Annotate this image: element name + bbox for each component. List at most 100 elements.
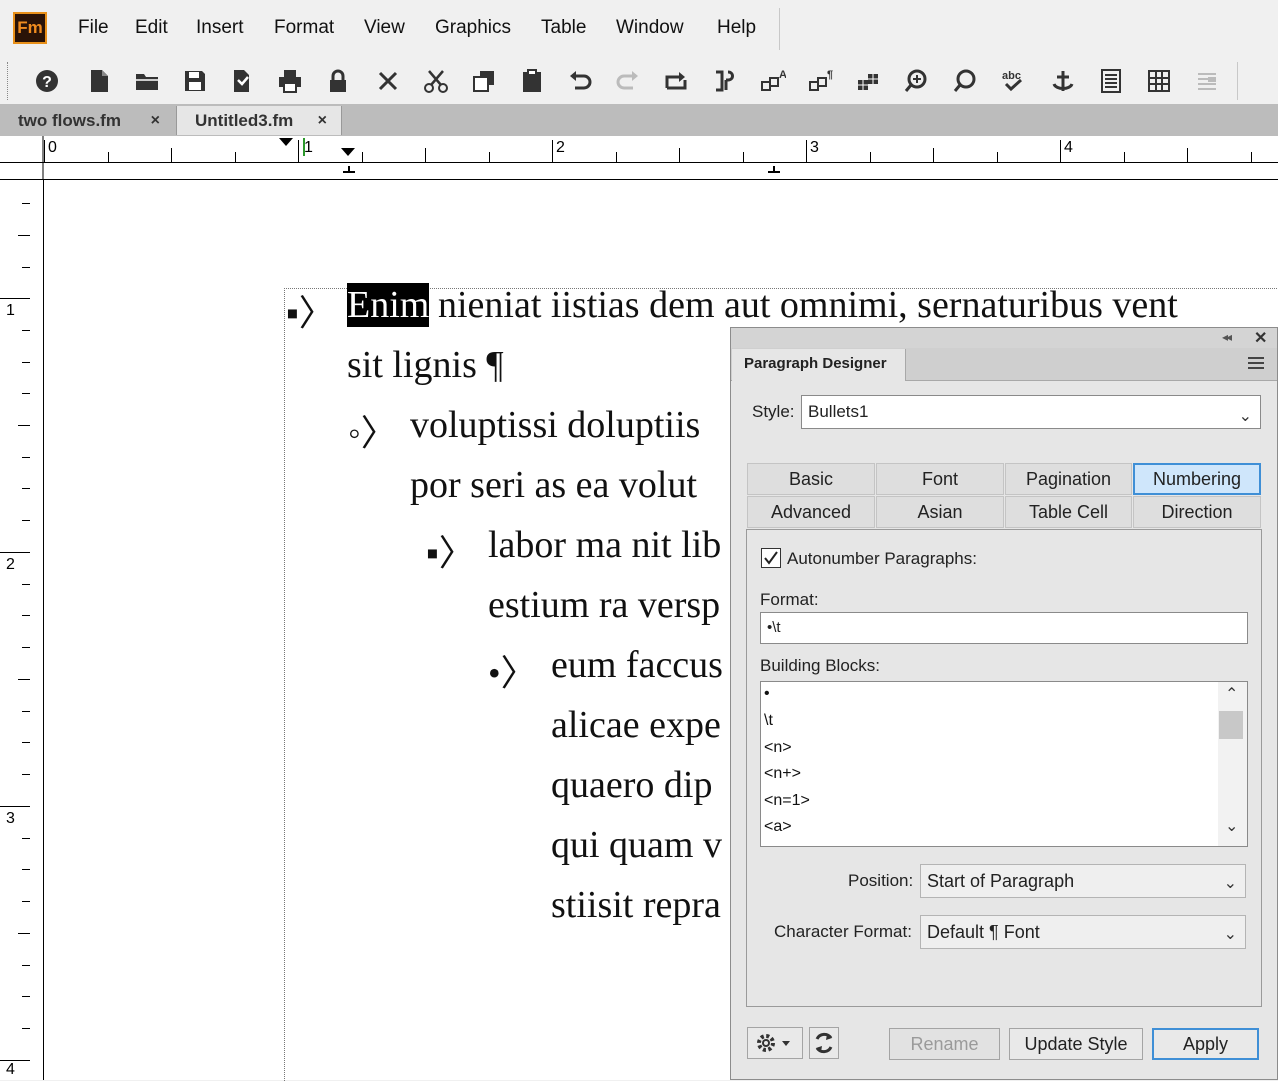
spell-check-icon[interactable]: abc [995, 64, 1031, 98]
position-value: Start of Paragraph [927, 871, 1075, 891]
chevron-down-icon: ⌄ [1223, 926, 1237, 943]
tab-untitled3[interactable]: Untitled3.fm × [176, 106, 342, 135]
open-folder-icon[interactable] [129, 64, 165, 98]
undo-icon[interactable] [562, 64, 598, 98]
save-all-icon[interactable] [224, 64, 260, 98]
save-icon[interactable] [177, 64, 213, 98]
ruler-label: 2 [556, 139, 565, 156]
document-text-line[interactable]: qui quam v [551, 823, 722, 867]
scroll-up-icon[interactable]: ⌃ [1225, 684, 1238, 704]
panel-title-strip[interactable] [731, 328, 1277, 348]
rename-button[interactable]: Rename [889, 1028, 1000, 1060]
menu-table[interactable]: Table [541, 17, 586, 39]
scroll-down-icon[interactable]: ⌄ [1225, 816, 1238, 836]
list-item[interactable]: <n+> [764, 765, 801, 783]
anchor-icon[interactable] [1045, 64, 1081, 98]
tab-basic[interactable]: Basic [747, 463, 875, 495]
collapse-icon[interactable]: ◂◂ [1222, 330, 1232, 344]
menu-window[interactable]: Window [616, 17, 684, 39]
close-icon[interactable] [370, 64, 406, 98]
document-text-line[interactable]: quaero dip [551, 763, 712, 807]
menu-graphics[interactable]: Graphics [435, 17, 511, 39]
close-icon[interactable]: ✕ [1254, 328, 1267, 348]
ruler-label: 4 [6, 1061, 15, 1078]
position-select[interactable]: Start of Paragraph ⌄ [920, 864, 1246, 898]
paragraph-flow-icon[interactable] [707, 64, 743, 98]
building-blocks-list[interactable] [760, 681, 1248, 847]
apply-button[interactable]: Apply [1152, 1028, 1259, 1060]
menu-format[interactable]: Format [274, 17, 334, 39]
text-frame-icon[interactable] [1093, 64, 1129, 98]
table-icon[interactable] [1141, 64, 1177, 98]
list-item[interactable]: \t [764, 712, 773, 730]
table-insert-icon[interactable] [851, 64, 887, 98]
panel-menu-icon[interactable] [1248, 357, 1264, 369]
paste-icon[interactable] [514, 64, 550, 98]
document-text-line[interactable]: sit lignis ¶ [347, 343, 504, 387]
menu-edit[interactable]: Edit [135, 17, 168, 39]
scrollbar-thumb[interactable] [1219, 711, 1243, 739]
cut-icon[interactable] [418, 64, 454, 98]
text-style-a-icon[interactable]: A [755, 64, 791, 98]
refresh-button[interactable] [809, 1027, 839, 1059]
style-select[interactable]: Bullets1 ⌄ [801, 395, 1261, 429]
tab-two-flows[interactable]: two flows.fm × [0, 106, 174, 135]
find-replace-icon[interactable] [899, 64, 935, 98]
tab-close-icon[interactable]: × [318, 106, 327, 135]
help-icon[interactable]: ? [29, 64, 65, 98]
tab-numbering[interactable]: Numbering [1133, 463, 1261, 495]
gear-menu-button[interactable] [747, 1027, 803, 1059]
list-item[interactable]: <n> [764, 739, 792, 757]
repeat-icon[interactable] [658, 64, 694, 98]
position-label: Position: [848, 871, 914, 890]
document-text-line[interactable]: por seri as ea volut [410, 463, 697, 507]
toolbar-grip[interactable] [7, 62, 11, 100]
document-text-line[interactable]: nieniat iistias dem aut omnimi, sernatur… [438, 283, 1178, 327]
tab-asian[interactable]: Asian [876, 496, 1004, 528]
copy-icon[interactable] [466, 64, 502, 98]
menu-view[interactable]: View [364, 17, 405, 39]
vertical-ruler[interactable]: 1 2 3 4 [0, 180, 31, 1080]
panel-title-tab[interactable]: Paragraph Designer [732, 349, 906, 381]
search-icon[interactable] [947, 64, 983, 98]
ruler-label: 1 [6, 302, 15, 319]
list-bullet: ▪〉 [286, 293, 335, 333]
menu-divider [779, 8, 780, 50]
format-input[interactable]: •\t [760, 612, 1248, 644]
lock-icon[interactable] [320, 64, 356, 98]
svg-text:¶: ¶ [827, 69, 833, 81]
list-item[interactable]: <a> [764, 818, 792, 836]
format-label: Format: [760, 590, 819, 609]
list-item[interactable]: <n=1> [764, 792, 810, 810]
selected-text[interactable]: Enim [347, 283, 430, 327]
character-format-select[interactable]: Default ¶ Font ⌄ [920, 915, 1246, 949]
menu-file[interactable]: File [78, 17, 109, 39]
tab-direction[interactable]: Direction [1133, 496, 1261, 528]
horizontal-ruler[interactable]: 0 1 2 3 4 [0, 136, 1278, 180]
list-item[interactable]: • [764, 685, 770, 703]
new-document-icon[interactable] [81, 64, 117, 98]
list-style-icon[interactable] [1189, 64, 1225, 98]
update-style-button[interactable]: Update Style [1009, 1028, 1143, 1060]
document-text-line[interactable]: eum faccus [551, 643, 723, 687]
tab-advanced[interactable]: Advanced [747, 496, 875, 528]
tab-close-icon[interactable]: × [151, 106, 160, 135]
menu-insert[interactable]: Insert [196, 17, 244, 39]
document-text-line[interactable]: estium ra versp [488, 583, 720, 627]
menu-help[interactable]: Help [717, 17, 756, 39]
document-text-line[interactable]: stiisit repra [551, 883, 721, 927]
building-blocks-label: Building Blocks: [760, 656, 881, 675]
redo-icon[interactable] [610, 64, 646, 98]
document-text-line[interactable]: labor ma nit lib [488, 523, 721, 567]
autonumber-checkbox[interactable] [761, 548, 781, 568]
svg-text:?: ? [42, 74, 52, 91]
tab-font[interactable]: Font [876, 463, 1004, 495]
document-text-line[interactable]: alicae expe [551, 703, 721, 747]
text-style-paragraph-icon[interactable]: ¶ [803, 64, 839, 98]
tab-pagination[interactable]: Pagination [1005, 463, 1132, 495]
document-text-line[interactable]: voluptissi doluptiis [410, 403, 700, 447]
tab-table-cell[interactable]: Table Cell [1005, 496, 1132, 528]
list-bullet: ◦〉 [348, 413, 397, 453]
autonumber-label: Autonumber Paragraphs: [787, 549, 977, 568]
print-icon[interactable] [272, 64, 308, 98]
